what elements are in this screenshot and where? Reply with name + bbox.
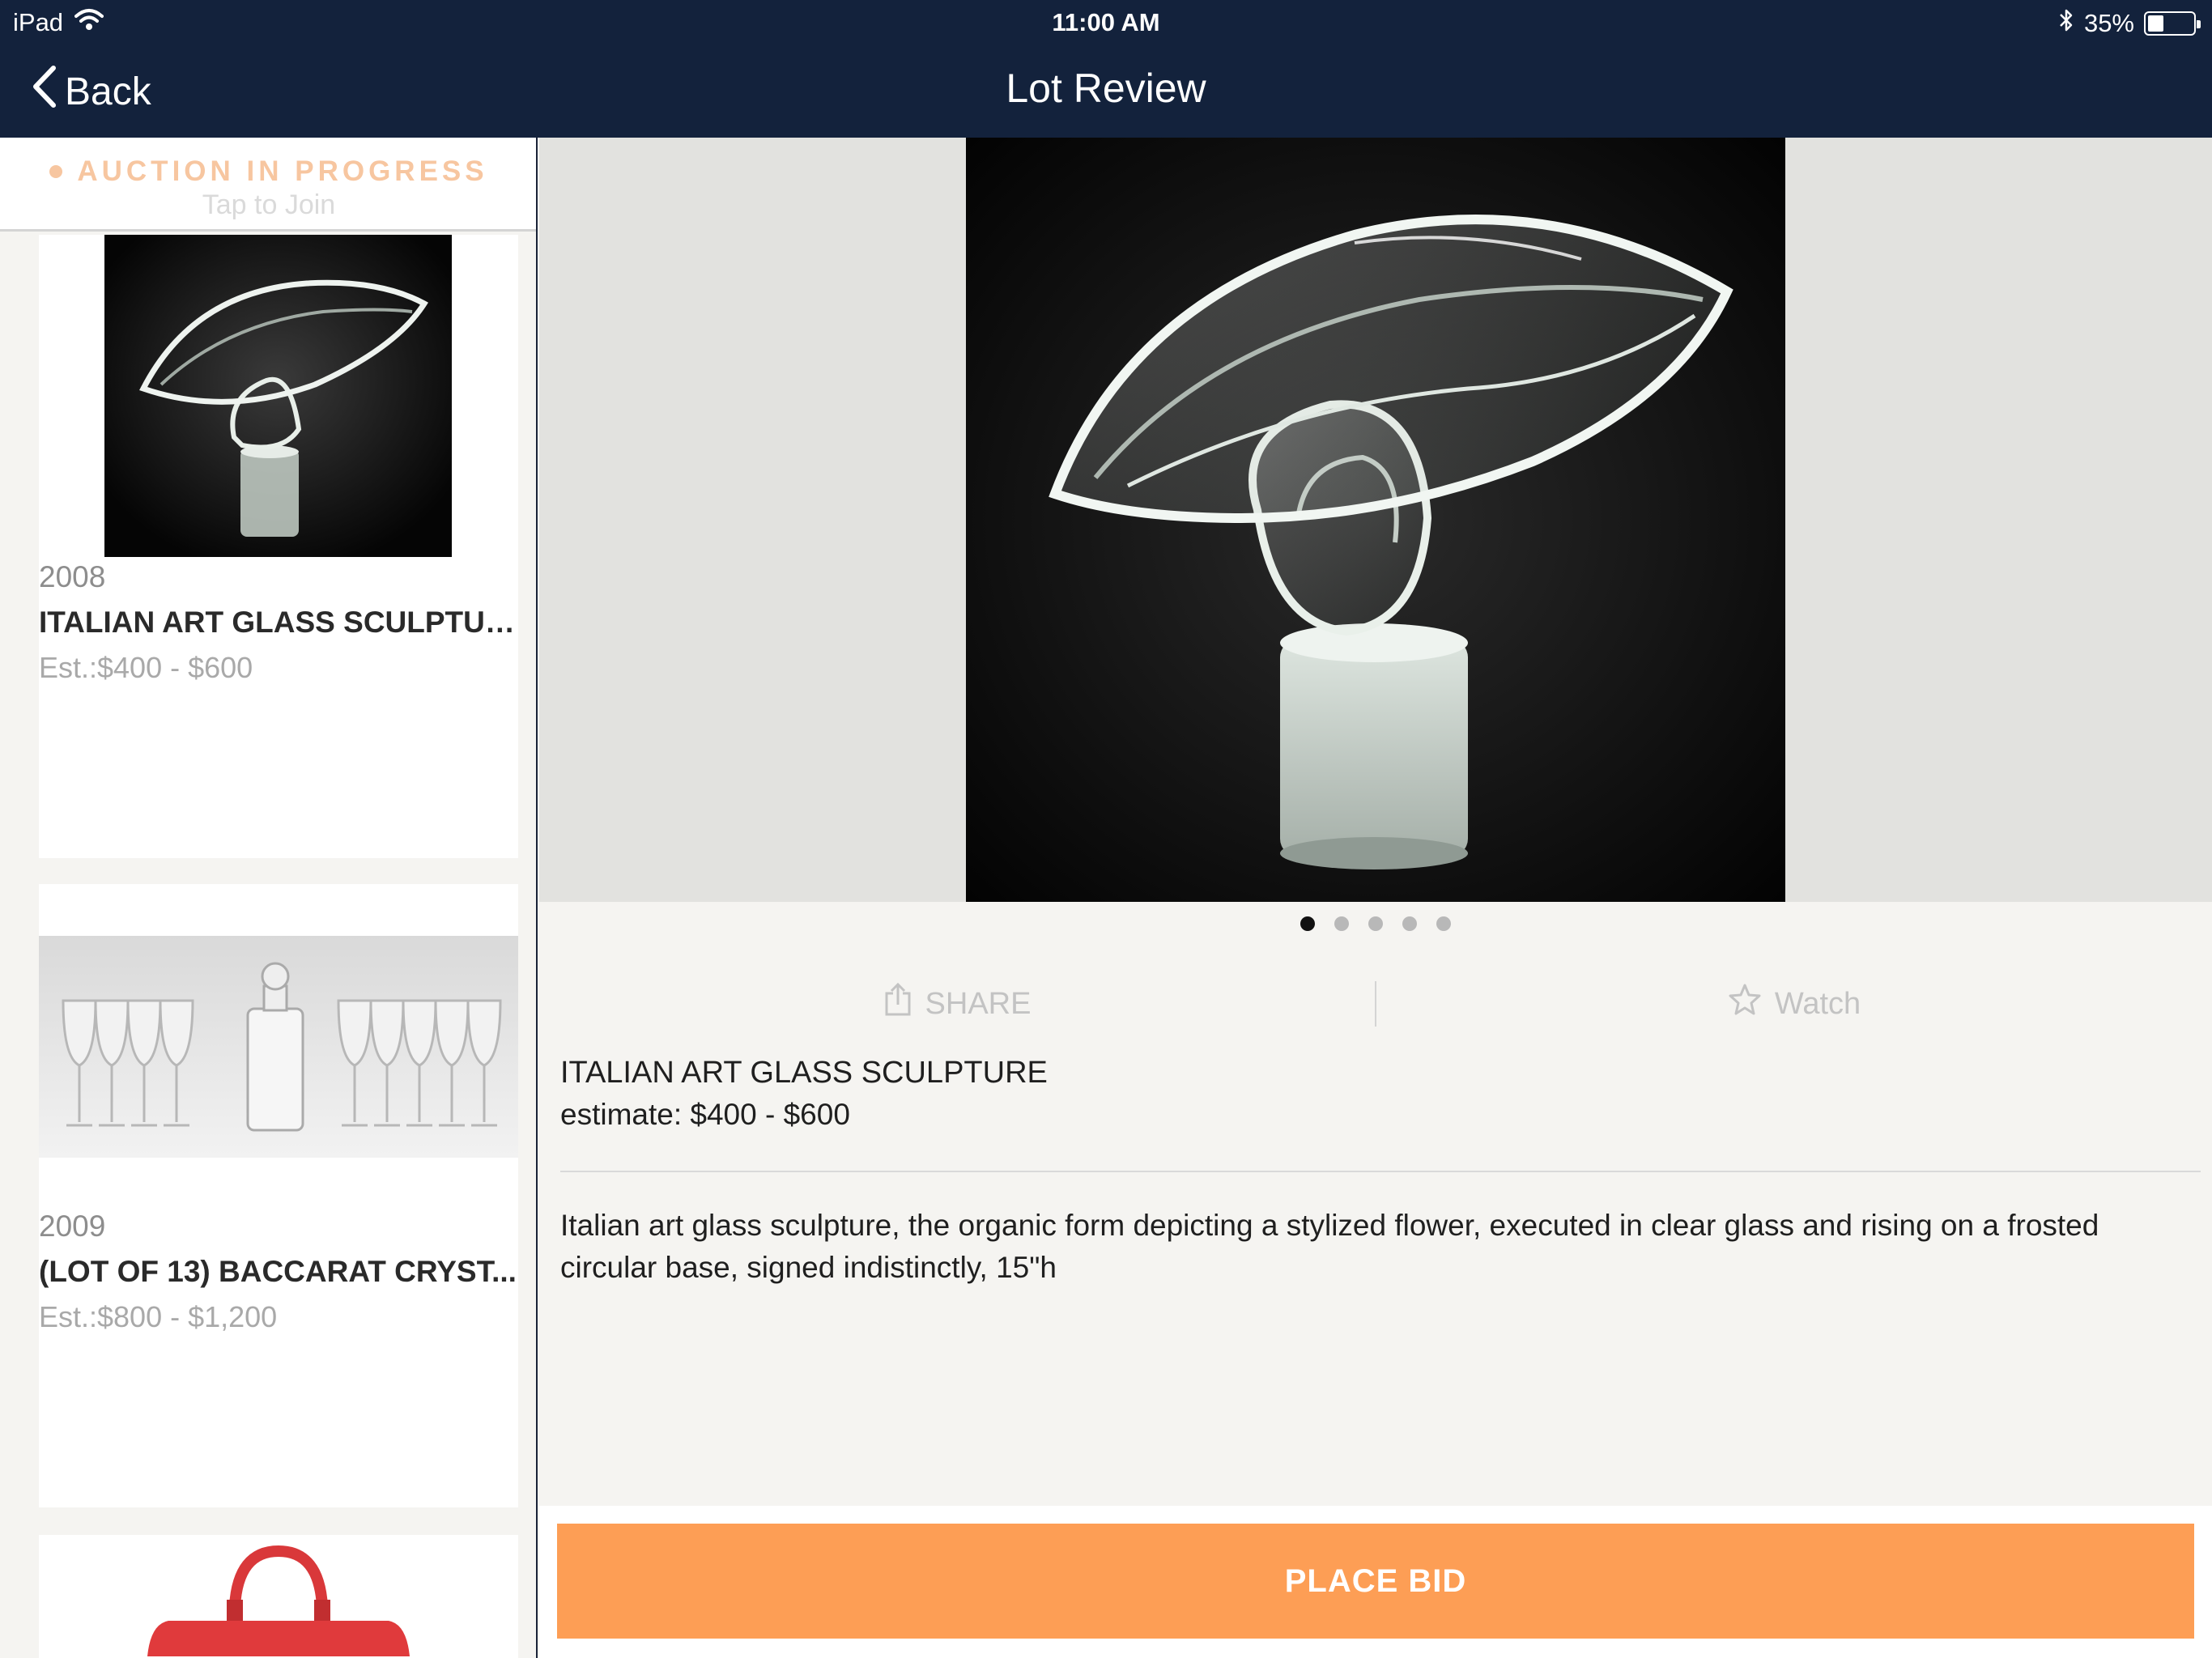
status-bar-right: 35% <box>2058 8 2201 39</box>
battery-percent: 35% <box>2083 9 2134 37</box>
watch-button[interactable]: Watch <box>1376 971 2212 1036</box>
carousel-page-indicator[interactable] <box>539 916 2212 931</box>
bid-footer: PLACE BID <box>539 1506 2212 1658</box>
live-dot-icon <box>49 165 63 178</box>
image-carousel[interactable] <box>539 138 2212 902</box>
lot-actions: SHARE Watch <box>539 971 2212 1036</box>
lot-thumbnail <box>39 936 518 1158</box>
share-label: SHARE <box>925 986 1032 1021</box>
lot-estimate: Est.:$800 - $1,200 <box>39 1300 278 1333</box>
lot-title: ITALIAN ART GLASS SCULPTURE <box>39 606 518 639</box>
carousel-dot[interactable] <box>1334 916 1349 931</box>
place-bid-button[interactable]: PLACE BID <box>557 1524 2194 1639</box>
share-button[interactable]: SHARE <box>539 971 1375 1036</box>
lot-thumbnail <box>39 1535 518 1658</box>
status-time: 11:00 AM <box>1052 8 1160 36</box>
lot-card[interactable]: 2008 ITALIAN ART GLASS SCULPTURE Est.:$4… <box>39 235 518 858</box>
carousel-dot[interactable] <box>1300 916 1315 931</box>
lot-card[interactable] <box>39 1535 518 1658</box>
share-icon <box>883 982 912 1026</box>
auction-status-label: AUCTION IN PROGRESS <box>77 155 488 187</box>
carousel-dot[interactable] <box>1436 916 1451 931</box>
battery-icon <box>2144 11 2201 36</box>
lot-detail-estimate: estimate: $400 - $600 <box>560 1098 850 1131</box>
lot-estimate: Est.:$400 - $600 <box>39 651 253 684</box>
lot-main-image[interactable] <box>966 138 1785 902</box>
lot-description: Italian art glass sculpture, the organic… <box>560 1209 2099 1284</box>
watch-label: Watch <box>1774 986 1861 1021</box>
lot-title: (LOT OF 13) BACCARAT CRYST... <box>39 1255 517 1288</box>
lot-detail-panel: SHARE Watch ITALIAN ART GLASS SCULPTURE … <box>539 138 2212 1658</box>
bluetooth-icon <box>2058 8 2074 39</box>
back-label: Back <box>65 70 151 113</box>
navigation-bar: iPad 11:00 AM 35% Back Lot Review <box>0 0 2212 138</box>
lot-card[interactable]: 2009 (LOT OF 13) BACCARAT CRYST... Est.:… <box>39 884 518 1507</box>
lot-detail-title: ITALIAN ART GLASS SCULPTURE <box>560 1056 1048 1090</box>
battery-level <box>2148 15 2163 32</box>
carousel-dot[interactable] <box>1402 916 1417 931</box>
carousel-dot[interactable] <box>1368 916 1383 931</box>
chevron-left-icon <box>31 65 57 118</box>
lot-number: 2009 <box>39 1209 106 1243</box>
lot-list-panel[interactable]: AUCTION IN PROGRESS Tap to Join 2008 ITA… <box>0 138 538 1658</box>
auction-in-progress-banner[interactable]: AUCTION IN PROGRESS Tap to Join <box>0 138 536 232</box>
lot-thumbnail <box>104 235 452 557</box>
page-title: Lot Review <box>1006 66 1206 111</box>
back-button[interactable]: Back <box>31 65 151 118</box>
section-divider <box>560 1171 2201 1172</box>
lot-number: 2008 <box>39 560 106 593</box>
star-icon <box>1728 983 1762 1025</box>
auction-join-hint: Tap to Join <box>202 189 336 220</box>
